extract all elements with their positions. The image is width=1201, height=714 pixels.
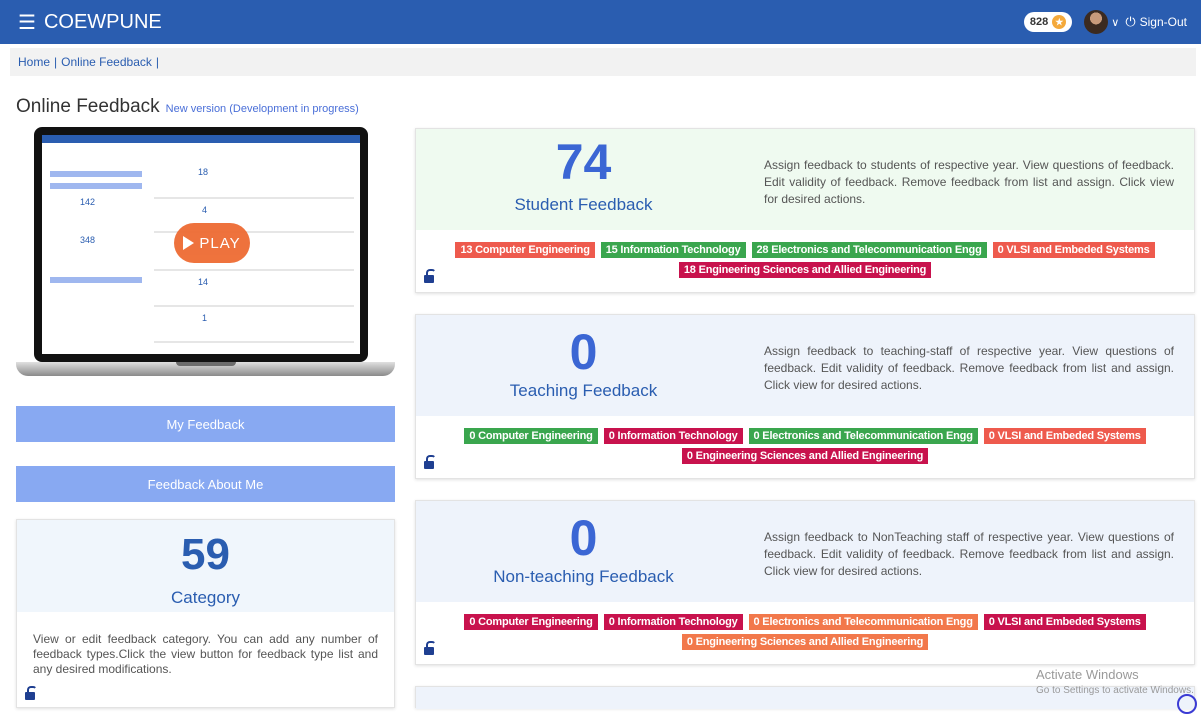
non-teaching-feedback-tags: 0 Computer Engineering 0 Information Tech… bbox=[416, 602, 1194, 654]
laptop-screen-frame: 18 142 4 348 14 1 PLAY bbox=[34, 127, 368, 362]
tag-information-technology[interactable]: 0 Information Technology bbox=[603, 428, 743, 444]
tag-information-technology[interactable]: 15 Information Technology bbox=[600, 242, 746, 258]
mini-number: 348 bbox=[80, 235, 96, 245]
category-count: 59 bbox=[181, 530, 230, 579]
mini-button bbox=[50, 183, 142, 189]
teaching-feedback-description: Assign feedback to teaching-staff of res… bbox=[764, 344, 1174, 392]
student-feedback-title[interactable]: Student Feedback bbox=[416, 195, 751, 215]
tag-computer-engineering[interactable]: 13 Computer Engineering bbox=[455, 242, 595, 258]
tag-computer-engineering[interactable]: 0 Computer Engineering bbox=[464, 428, 598, 444]
non-teaching-feedback-count: 0 bbox=[569, 510, 598, 566]
chat-bubble-icon[interactable] bbox=[1177, 694, 1197, 714]
page-title: Online Feedback New version (Development … bbox=[16, 96, 359, 118]
student-feedback-description: Assign feedback to students of respectiv… bbox=[764, 158, 1174, 206]
breadcrumb-separator: | bbox=[155, 55, 159, 69]
breadcrumb-online-feedback[interactable]: Online Feedback bbox=[61, 55, 152, 69]
mini-number: 142 bbox=[80, 197, 96, 207]
mini-divider bbox=[154, 197, 354, 199]
my-feedback-button[interactable]: My Feedback bbox=[16, 406, 395, 442]
avatar[interactable] bbox=[1084, 10, 1109, 34]
teaching-feedback-header: 0 Teaching Feedback Assign feedback to t… bbox=[416, 315, 1194, 416]
page-title-text: Online Feedback bbox=[16, 96, 160, 117]
category-description: View or edit feedback category. You can … bbox=[33, 632, 378, 676]
category-label[interactable]: Category bbox=[17, 588, 394, 608]
tag-vlsi[interactable]: 0 VLSI and Embeded Systems bbox=[992, 242, 1155, 258]
category-card-header: 59 Category bbox=[17, 520, 394, 612]
teaching-feedback-count: 0 bbox=[569, 324, 598, 380]
tag-vlsi[interactable]: 0 VLSI and Embeded Systems bbox=[983, 614, 1146, 630]
brand-name: COEWPUNE bbox=[43, 10, 162, 33]
non-teaching-feedback-header: 0 Non-teaching Feedback Assign feedback … bbox=[416, 501, 1194, 602]
sign-out-button[interactable]: ⏻ Sign-Out bbox=[1125, 14, 1187, 30]
hamburger-icon[interactable]: ☰ bbox=[18, 10, 36, 35]
trophy-icon: ★ bbox=[1052, 15, 1067, 29]
teaching-feedback-title[interactable]: Teaching Feedback bbox=[416, 381, 751, 401]
points-value: 828 bbox=[1029, 16, 1049, 28]
tag-information-technology[interactable]: 0 Information Technology bbox=[603, 614, 743, 630]
play-video-button[interactable]: PLAY bbox=[174, 223, 250, 263]
tag-engineering-sciences[interactable]: 18 Engineering Sciences and Allied Engin… bbox=[678, 262, 932, 278]
play-icon bbox=[183, 236, 195, 250]
mini-button bbox=[50, 277, 142, 283]
video-preview: 18 142 4 348 14 1 PLAY bbox=[16, 127, 395, 385]
breadcrumb-home[interactable]: Home bbox=[18, 55, 50, 69]
brand-menu-toggle[interactable]: ☰ COEWPUNE bbox=[18, 10, 162, 35]
mini-number: 4 bbox=[202, 205, 208, 215]
category-card: 59 Category View or edit feedback catego… bbox=[16, 519, 395, 708]
power-icon: ⏻ bbox=[1125, 14, 1136, 29]
play-label: PLAY bbox=[199, 234, 241, 252]
breadcrumb-separator: | bbox=[54, 55, 58, 69]
watermark-title: Activate Windows bbox=[1036, 667, 1139, 682]
chevron-down-icon[interactable]: ∨ bbox=[1111, 16, 1119, 29]
student-feedback-tags: 13 Computer Engineering 15 Information Te… bbox=[416, 230, 1194, 282]
mini-divider bbox=[154, 269, 354, 271]
tag-engineering-sciences[interactable]: 0 Engineering Sciences and Allied Engine… bbox=[681, 448, 929, 464]
feedback-about-me-button[interactable]: Feedback About Me bbox=[16, 466, 395, 502]
mini-divider bbox=[154, 305, 354, 307]
sign-out-label: Sign-Out bbox=[1139, 15, 1187, 29]
mini-button bbox=[50, 171, 142, 177]
tag-electronics-telecom[interactable]: 0 Electronics and Telecommunication Engg bbox=[748, 614, 978, 630]
unlock-icon[interactable] bbox=[424, 269, 436, 283]
student-feedback-card: 74 Student Feedback Assign feedback to s… bbox=[415, 128, 1195, 293]
tag-electronics-telecom[interactable]: 28 Electronics and Telecommunication Eng… bbox=[751, 242, 987, 258]
tag-computer-engineering[interactable]: 0 Computer Engineering bbox=[464, 614, 598, 630]
non-teaching-feedback-title[interactable]: Non-teaching Feedback bbox=[416, 567, 751, 587]
top-navbar: ☰ COEWPUNE 828 ★ ∨ ⏻ Sign-Out bbox=[0, 0, 1201, 44]
mini-number: 14 bbox=[198, 277, 209, 287]
mini-number: 1 bbox=[202, 313, 208, 323]
page-subtitle[interactable]: New version (Development in progress) bbox=[166, 103, 359, 115]
points-badge[interactable]: 828 ★ bbox=[1023, 12, 1073, 32]
student-feedback-count: 74 bbox=[555, 134, 612, 190]
unlock-icon[interactable] bbox=[424, 455, 436, 469]
mini-number: 18 bbox=[198, 167, 209, 177]
laptop-notch bbox=[176, 362, 236, 366]
feedback-about-me-label: Feedback About Me bbox=[147, 476, 264, 492]
non-teaching-feedback-description: Assign feedback to NonTeaching staff of … bbox=[764, 530, 1174, 578]
tag-engineering-sciences[interactable]: 0 Engineering Sciences and Allied Engine… bbox=[681, 634, 929, 650]
user-area: 828 ★ ∨ ⏻ Sign-Out bbox=[1023, 0, 1187, 44]
activate-windows-watermark: Activate Windows Go to Settings to activ… bbox=[1036, 667, 1194, 696]
non-teaching-feedback-card: 0 Non-teaching Feedback Assign feedback … bbox=[415, 500, 1195, 665]
teaching-feedback-card: 0 Teaching Feedback Assign feedback to t… bbox=[415, 314, 1195, 479]
tag-vlsi[interactable]: 0 VLSI and Embeded Systems bbox=[983, 428, 1146, 444]
student-feedback-header: 74 Student Feedback Assign feedback to s… bbox=[416, 129, 1194, 230]
mini-navbar bbox=[42, 135, 360, 143]
breadcrumb: Home | Online Feedback | bbox=[10, 48, 1196, 76]
unlock-icon[interactable] bbox=[424, 641, 436, 655]
teaching-feedback-tags: 0 Computer Engineering 0 Information Tech… bbox=[416, 416, 1194, 468]
laptop-screen: 18 142 4 348 14 1 PLAY bbox=[42, 135, 360, 354]
watermark-subtitle: Go to Settings to activate Windows. bbox=[1036, 685, 1194, 696]
unlock-icon[interactable] bbox=[25, 686, 37, 700]
mini-divider bbox=[154, 341, 354, 343]
tag-electronics-telecom[interactable]: 0 Electronics and Telecommunication Engg bbox=[748, 428, 978, 444]
my-feedback-label: My Feedback bbox=[166, 416, 245, 432]
